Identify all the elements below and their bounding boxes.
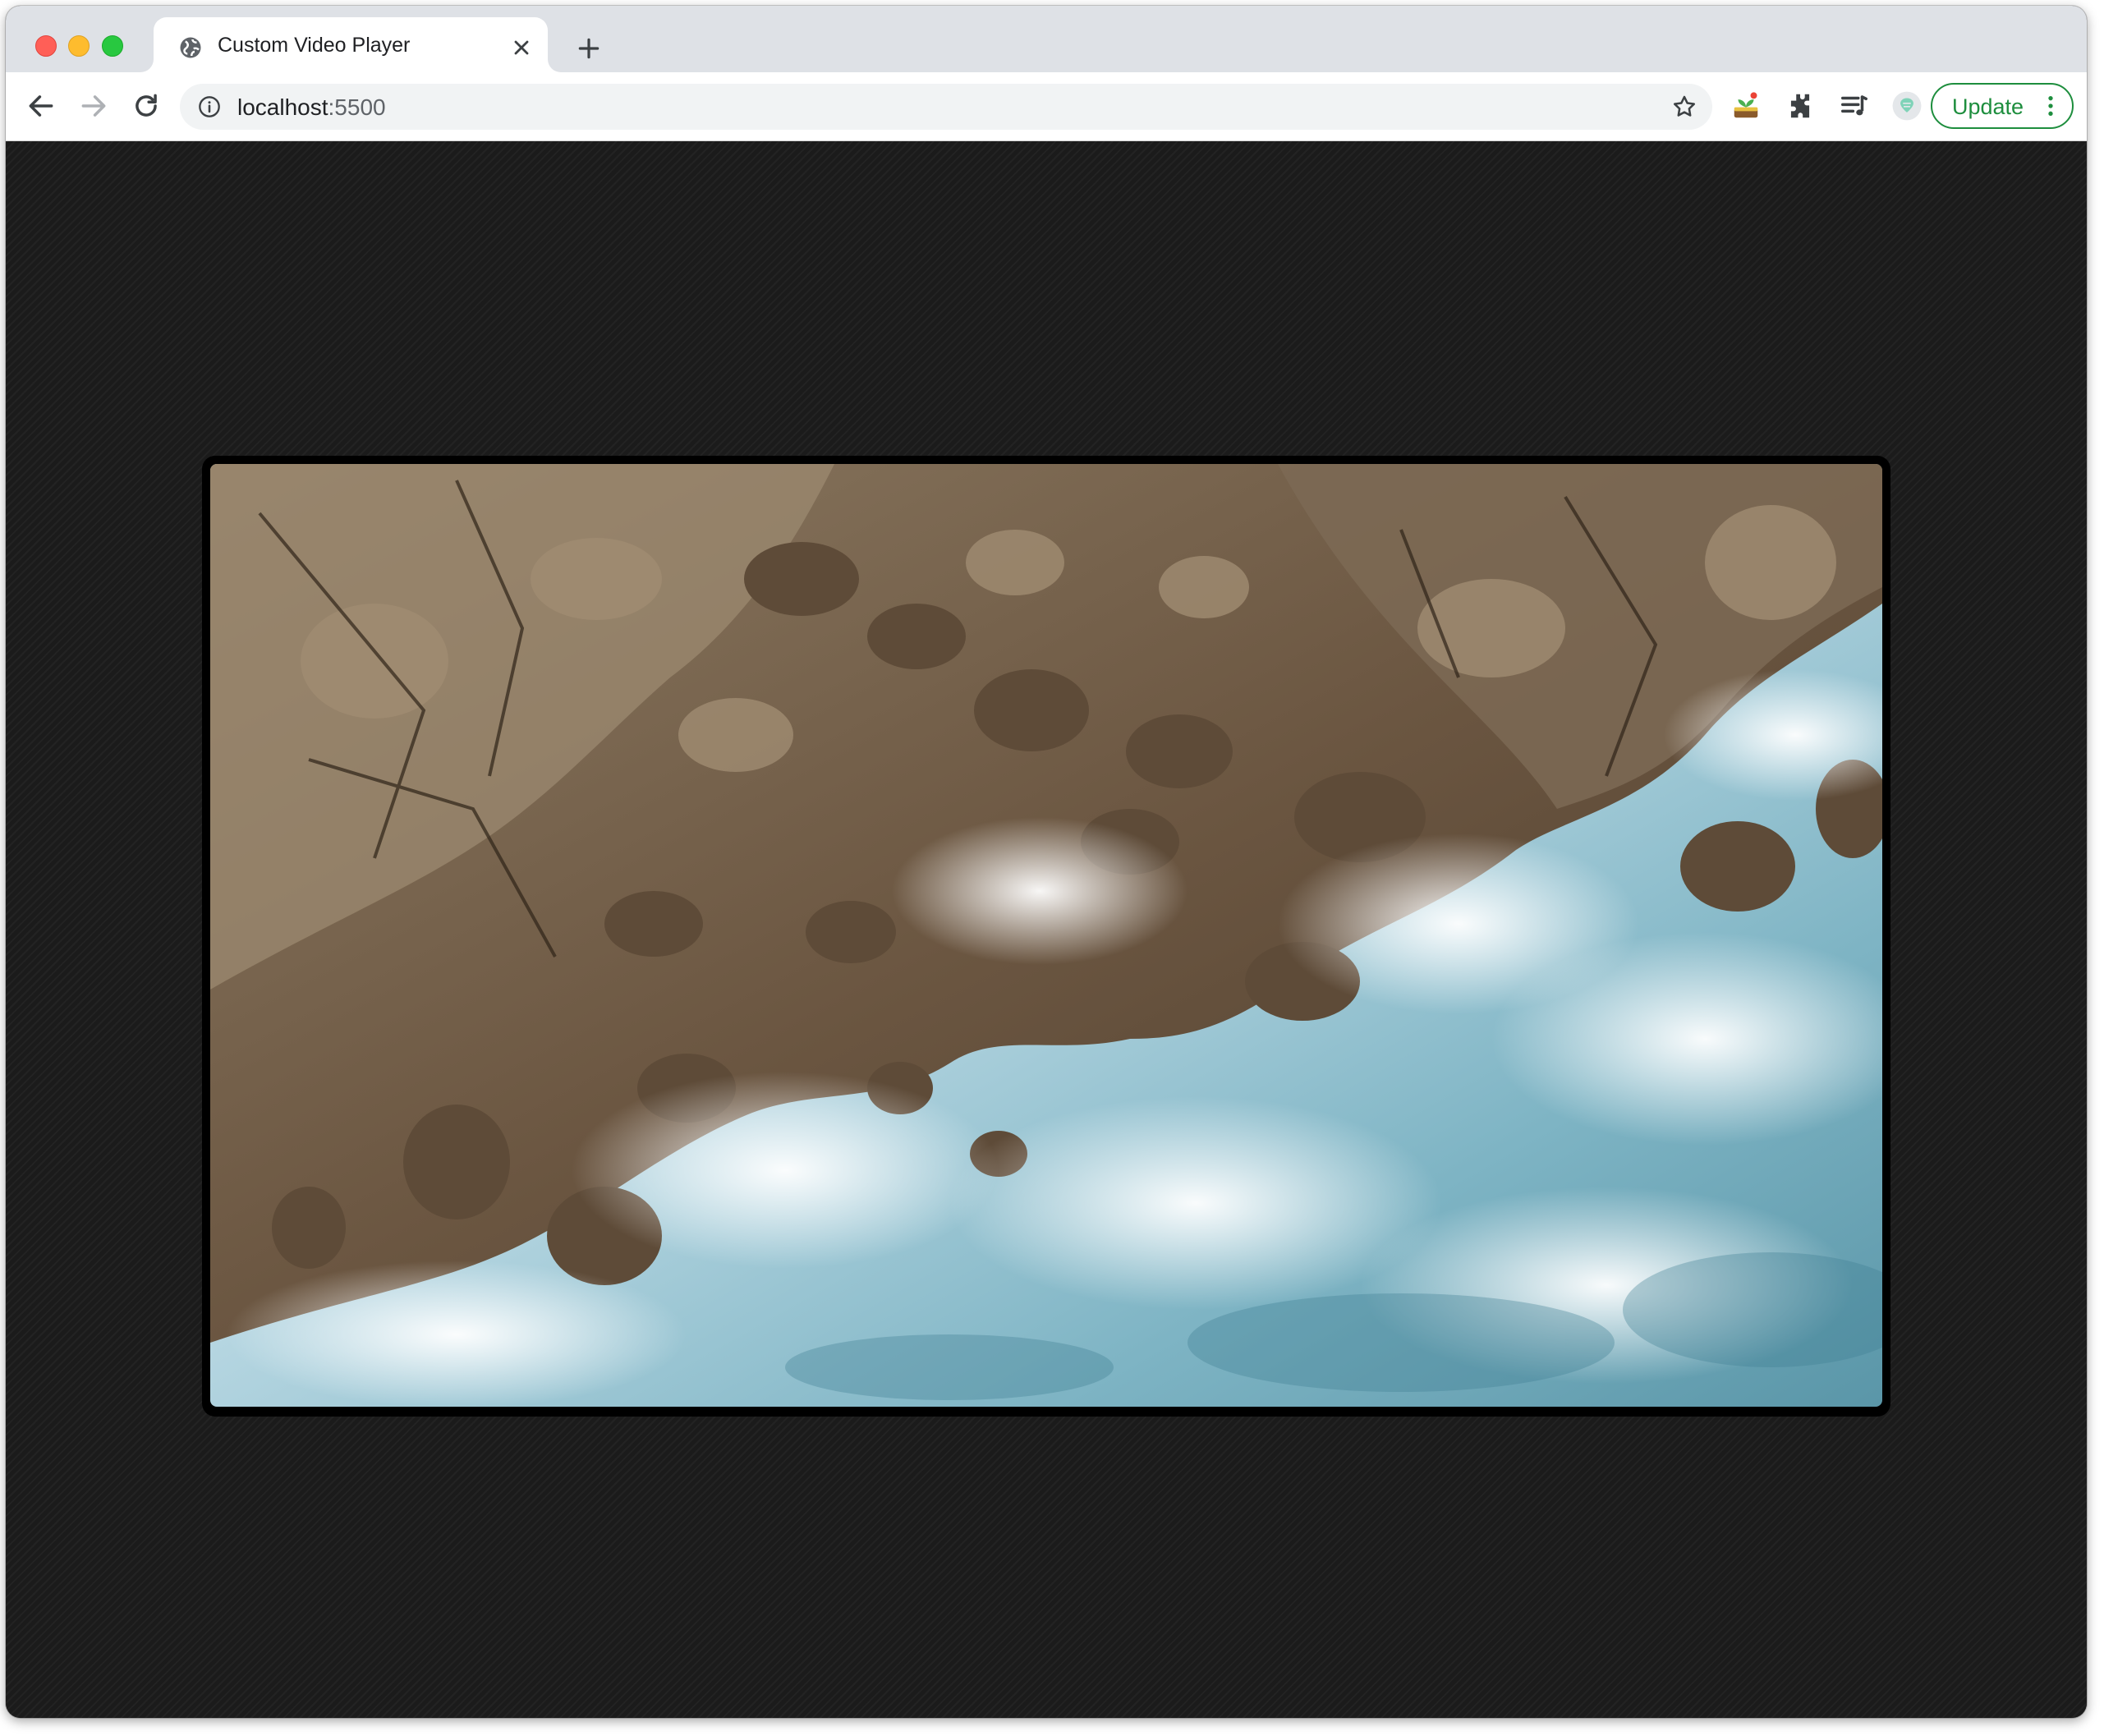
update-button[interactable]: Update [1931, 83, 2074, 129]
browser-window: Custom Video Player localhost:5500 Updat… [6, 6, 2087, 1718]
back-arrow-icon[interactable] [25, 90, 57, 122]
url-port: :5500 [328, 94, 386, 120]
more-vertical-icon[interactable] [2037, 93, 2064, 119]
forward-arrow-icon[interactable] [78, 90, 109, 122]
video-frame[interactable] [210, 464, 1882, 1407]
star-bookmark-icon[interactable] [1671, 94, 1697, 120]
url-host: localhost [237, 94, 328, 120]
video-still-image [210, 464, 1882, 1407]
profile-avatar-icon[interactable] [1891, 90, 1923, 122]
update-label: Update [1952, 94, 2024, 119]
tab-custom-video-player[interactable]: Custom Video Player [154, 17, 548, 72]
url-text: localhost:5500 [237, 94, 386, 121]
page-content [6, 141, 2087, 1718]
zoom-window-button[interactable] [102, 35, 123, 57]
close-window-button[interactable] [35, 35, 57, 57]
new-tab-icon[interactable] [576, 35, 602, 62]
tab-strip: Custom Video Player [6, 6, 2087, 72]
tab-title: Custom Video Player [218, 34, 411, 57]
minimize-window-button[interactable] [68, 35, 90, 57]
address-bar[interactable]: localhost:5500 [180, 84, 1712, 130]
video-player[interactable] [202, 456, 1890, 1417]
globe-icon [180, 37, 201, 58]
media-queue-icon[interactable] [1839, 90, 1870, 122]
close-icon[interactable] [510, 36, 533, 59]
toolbar: localhost:5500 Update [6, 72, 2087, 141]
info-icon[interactable] [198, 95, 221, 118]
extension-plant-icon[interactable] [1730, 90, 1762, 122]
puzzle-extensions-icon[interactable] [1785, 90, 1816, 122]
reload-icon[interactable] [131, 90, 162, 122]
